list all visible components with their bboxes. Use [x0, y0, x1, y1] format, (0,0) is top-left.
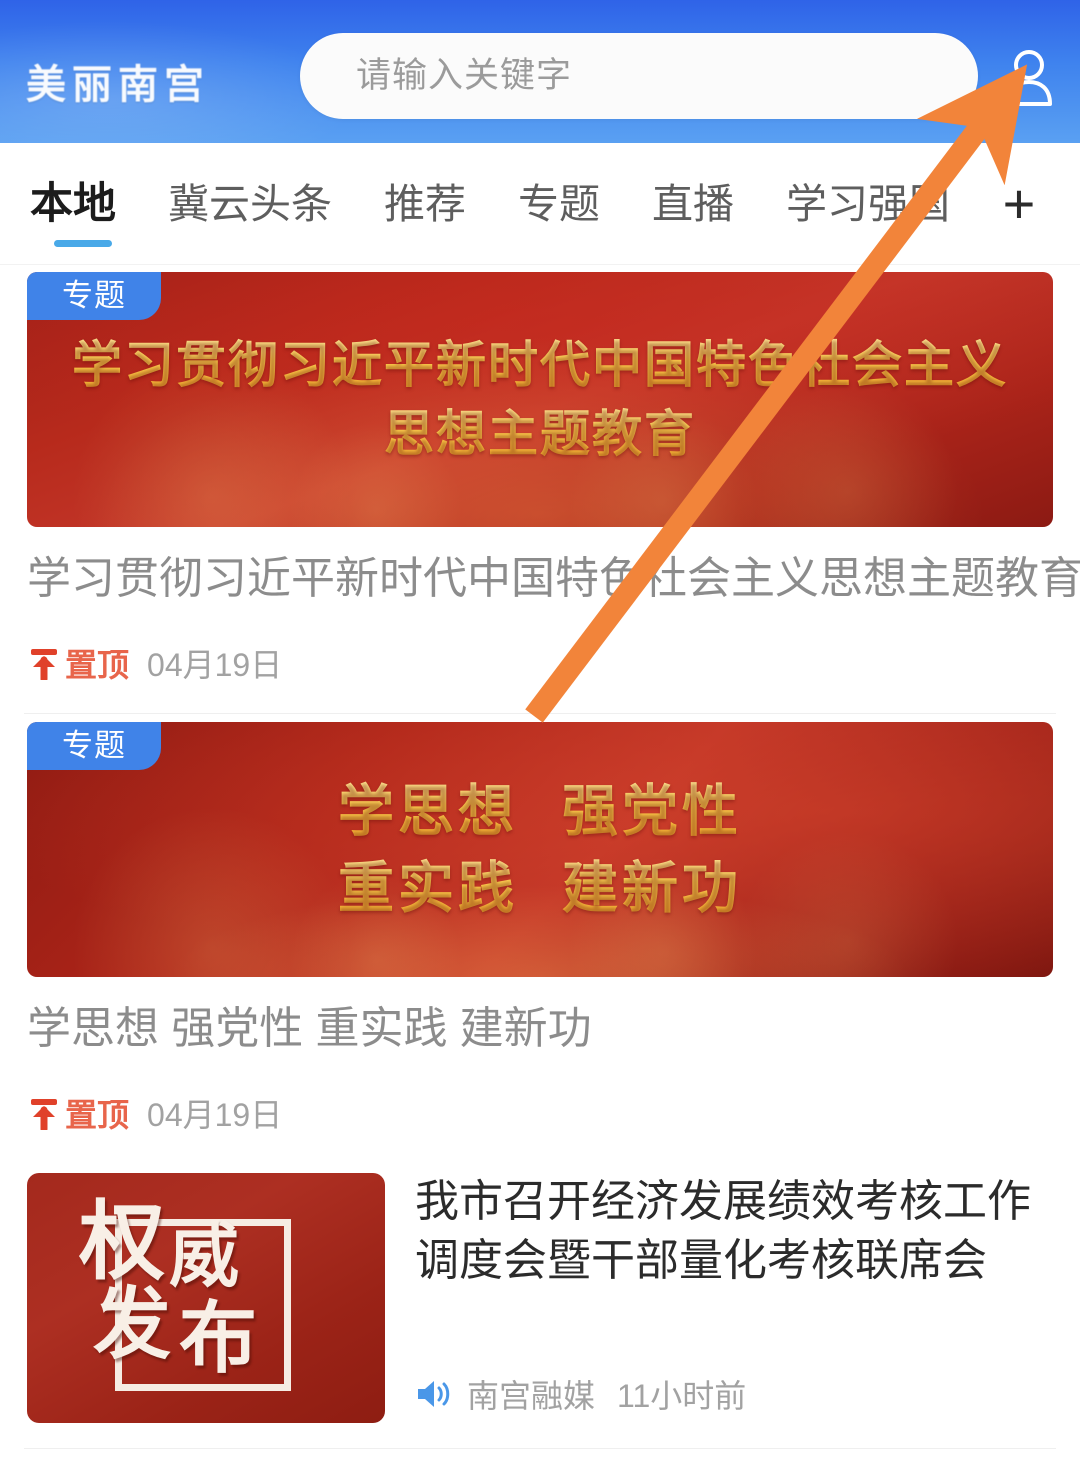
banner-image-1[interactable]: 专题 学习贯彻习近平新时代中国特色社会主义 思想主题教育: [27, 272, 1053, 527]
app-header: 美丽南宫 请输入关键字: [0, 0, 1080, 143]
thumb-char-1: 权: [79, 1194, 165, 1290]
pin-label-2: 置顶: [65, 1097, 130, 1133]
tab-jiyun-headline[interactable]: 冀云头条: [142, 143, 358, 265]
tab-local[interactable]: 本地: [24, 143, 142, 265]
feed-item-meta-1: 置顶 04月19日: [27, 642, 1053, 684]
pin-to-top-icon: [31, 1099, 57, 1130]
app-root: 美丽南宫 请输入关键字 本地 冀云头条 推荐 专题 直播 学习强国 + 专题 学…: [0, 0, 1080, 1483]
feed-separator-3: [24, 1448, 1056, 1449]
feed-item-date-1: 04月19日: [147, 647, 283, 683]
tab-xuexi-qiangguo[interactable]: 学习强国: [760, 143, 976, 265]
banner-line-2a: 学思想 强党性: [67, 772, 1013, 849]
article-thumbnail-3[interactable]: 权 威 发 布: [27, 1173, 385, 1423]
search-placeholder: 请输入关键字: [356, 56, 573, 95]
banner-phrase-2a1: 学思想: [338, 779, 518, 843]
feed-item-time-3: 11小时前: [617, 1378, 747, 1414]
banner-line-2b: 重实践 建新功: [67, 850, 1013, 927]
topic-badge-1: 专题: [27, 272, 161, 320]
add-channel-button[interactable]: +: [980, 143, 1058, 265]
tab-live[interactable]: 直播: [626, 143, 760, 265]
tab-list: 本地 冀云头条 推荐 专题 直播 学习强国: [24, 143, 976, 265]
banner-text-1: 学习贯彻习近平新时代中国特色社会主义 思想主题教育: [27, 331, 1053, 469]
banner-text-2: 学思想 强党性 重实践 建新功: [27, 772, 1053, 927]
user-icon[interactable]: [1002, 48, 1056, 106]
pin-to-top-icon: [31, 649, 57, 680]
feed-item-banner-2[interactable]: 专题 学思想 强党性 重实践 建新功 学思想 强党性 重实践 建新功 置顶 04…: [0, 715, 1080, 1164]
thumb-char-3: 发: [93, 1280, 172, 1368]
banner-line-1a: 学习贯彻习近平新时代中国特色社会主义: [67, 331, 1013, 400]
thumb-char-2: 威: [169, 1217, 239, 1295]
banner-phrase-2b1: 重实践: [338, 856, 518, 920]
search-input[interactable]: 请输入关键字: [300, 33, 978, 119]
feed-item-meta-2: 置顶 04月19日: [27, 1092, 1053, 1134]
feed-item-title-2[interactable]: 学思想 强党性 重实践 建新功: [27, 1001, 1053, 1056]
feed-separator-1: [24, 713, 1056, 714]
thumb-char-4: 布: [179, 1294, 258, 1382]
tab-topic[interactable]: 专题: [492, 143, 626, 265]
feed-item-source-3: 南宫融媒: [467, 1378, 596, 1414]
banner-line-1b: 思想主题教育: [67, 400, 1013, 469]
feed-item-date-2: 04月19日: [147, 1097, 283, 1133]
speaker-icon[interactable]: [415, 1378, 451, 1410]
article-body-3: 我市召开经济发展绩效考核工作调度会暨干部量化考核联席会 南宫融媒 11小时前: [385, 1173, 1053, 1423]
pin-label-1: 置顶: [65, 647, 130, 683]
feed-item-title-1[interactable]: 学习贯彻习近平新时代中国特色社会主义思想主题教育: [27, 551, 1080, 606]
banner-phrase-2b2: 建新功: [562, 856, 742, 920]
feed-item-banner-1[interactable]: 专题 学习贯彻习近平新时代中国特色社会主义 思想主题教育 学习贯彻习近平新时代中…: [0, 265, 1080, 714]
tab-recommend[interactable]: 推荐: [358, 143, 492, 265]
feed-item-meta-3: 南宫融媒 11小时前: [415, 1371, 746, 1417]
feed-item-title-3[interactable]: 我市召开经济发展绩效考核工作调度会暨干部量化考核联席会: [415, 1173, 1053, 1291]
banner-image-2[interactable]: 专题 学思想 强党性 重实践 建新功: [27, 722, 1053, 977]
news-feed: 专题 学习贯彻习近平新时代中国特色社会主义 思想主题教育 学习贯彻习近平新时代中…: [0, 265, 1080, 1449]
banner-phrase-2a2: 强党性: [562, 779, 742, 843]
tabbar: 本地 冀云头条 推荐 专题 直播 学习强国 +: [0, 143, 1080, 265]
brand-logo: 美丽南宫: [26, 63, 210, 107]
feed-item-list-3[interactable]: 权 威 发 布 我市召开经济发展绩效考核工作调度会暨干部量化考核联席会 南宫融媒…: [0, 1156, 1080, 1449]
topic-badge-2: 专题: [27, 722, 161, 770]
